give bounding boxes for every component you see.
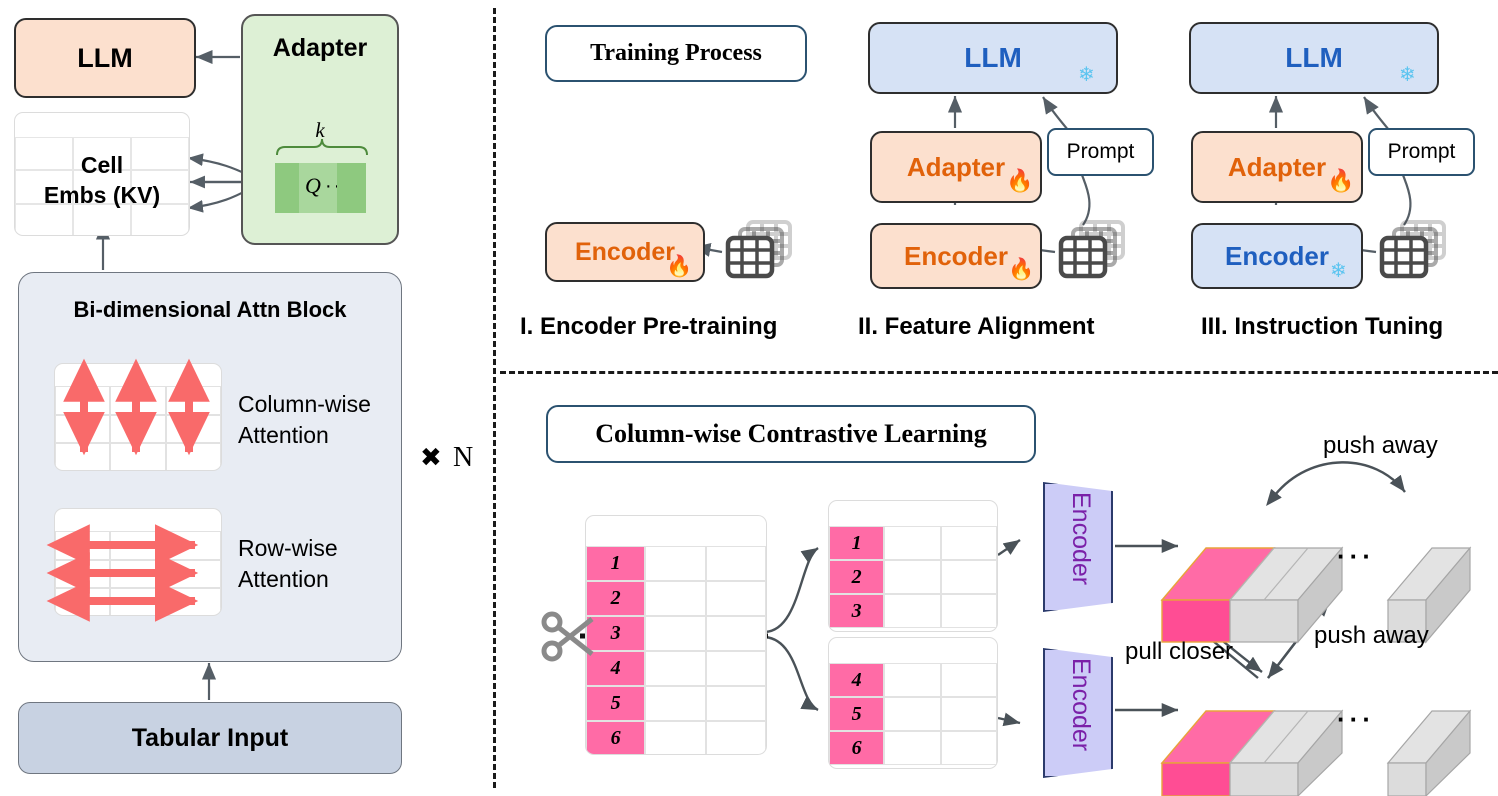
stage3-prompt-label: Prompt xyxy=(1387,140,1456,163)
vertical-divider xyxy=(493,8,496,788)
bottom-view-cell: 5 xyxy=(829,697,885,731)
stage3-caption: III. Instruction Tuning xyxy=(1201,313,1444,340)
fire-icon: 🔥 xyxy=(1327,168,1355,193)
source-cell: 5 xyxy=(586,686,646,721)
contrastive-top-view-table: 1 2 3 xyxy=(828,500,998,632)
adapter-box-label: Adapter xyxy=(272,34,368,62)
fire-icon: 🔥 xyxy=(666,255,693,278)
training-process-title-label: Training Process xyxy=(590,40,762,66)
pull-closer-label: pull closer xyxy=(1125,638,1234,665)
top-view-cell: 1 xyxy=(829,526,885,560)
push-away-top-label: push away xyxy=(1323,432,1438,459)
stage3-encoder-label: Encoder xyxy=(1224,240,1330,271)
llm-box: LLM xyxy=(14,18,196,98)
stage3-prompt-box[interactable]: Prompt xyxy=(1368,128,1475,176)
contrastive-title-label: Column-wise Contrastive Learning xyxy=(595,419,987,448)
stage3-llm-label: LLM xyxy=(1285,42,1343,73)
bottom-view-grid: 4 5 6 xyxy=(829,663,997,765)
tabular-input-label: Tabular Input xyxy=(131,723,289,752)
stage3-table-stack-icon xyxy=(1376,218,1448,284)
top-view-cell: 3 xyxy=(829,594,885,628)
contrastive-bottom-view-table: 4 5 6 xyxy=(828,637,998,769)
cell-embs-label-line2: Embs (KV) xyxy=(43,182,161,208)
snowflake-icon: ❄ xyxy=(1330,260,1347,282)
snowflake-icon: ❄ xyxy=(1078,64,1095,86)
contrastive-source-table: 1 2 3 4 5 6 xyxy=(585,515,767,755)
embedding-ellipsis-top: ··· xyxy=(1337,541,1375,571)
stage2-prompt-label: Prompt xyxy=(1066,140,1135,163)
source-cell: 6 xyxy=(586,721,646,754)
fire-icon: 🔥 xyxy=(1006,168,1034,193)
embedding-ellipsis-bottom: ··· xyxy=(1337,704,1375,734)
source-cell: 1 xyxy=(586,546,646,581)
llm-box-label: LLM xyxy=(77,42,133,73)
row-attention-label-line2: Attention xyxy=(238,566,329,592)
attn-block-title: Bi-dimensional Attn Block xyxy=(73,297,347,322)
horizontal-divider xyxy=(500,371,1498,374)
repeat-marker-symbol: ✖ xyxy=(420,442,442,472)
repeat-marker-count: N xyxy=(453,442,474,473)
bottom-view-cell: 6 xyxy=(829,731,885,765)
push-away-bottom-label: push away xyxy=(1314,622,1429,649)
snowflake-icon: ❄ xyxy=(1399,64,1416,86)
adapter-query-token-3 xyxy=(337,163,366,213)
tabular-input-box: Tabular Input xyxy=(18,702,402,774)
repeat-marker: ✖ N xyxy=(420,442,473,474)
cell-embs-label-line1: Cell xyxy=(80,152,124,178)
training-process-title: Training Process xyxy=(545,25,807,82)
stage2-llm-label: LLM xyxy=(964,42,1022,73)
stage2-table-stack-icon xyxy=(1055,218,1127,284)
contrastive-encoder-top-label: Encoder xyxy=(1067,492,1095,586)
stage3-adapter-label: Adapter xyxy=(1227,151,1327,182)
contrastive-encoder-bottom-label: Encoder xyxy=(1067,658,1095,752)
top-view-grid: 1 2 3 xyxy=(829,526,997,628)
fire-icon: 🔥 xyxy=(1008,258,1035,281)
adapter-brace-k-label: k xyxy=(315,118,325,142)
scissors-icon xyxy=(540,608,598,666)
column-attention-label-line2: Attention xyxy=(238,422,329,448)
stage1-caption: I. Encoder Pre-training xyxy=(520,313,778,340)
contrastive-title: Column-wise Contrastive Learning xyxy=(546,405,1036,463)
stage2-prompt-box[interactable]: Prompt xyxy=(1047,128,1154,176)
source-table-grid: 1 2 3 4 5 6 xyxy=(586,546,766,754)
stage2-caption: II. Feature Alignment xyxy=(858,313,1095,340)
bottom-view-cell: 4 xyxy=(829,663,885,697)
stage2-encoder-label: Encoder xyxy=(903,240,1009,271)
column-attention-label-line1: Column-wise xyxy=(238,391,371,417)
row-attention-label-line1: Row-wise xyxy=(238,535,338,561)
adapter-query-label: Q xyxy=(305,173,321,198)
top-view-cell: 2 xyxy=(829,560,885,594)
stage2-adapter-label: Adapter xyxy=(906,151,1006,182)
row-attention-table xyxy=(54,508,222,616)
stage1-encoder-label: Encoder xyxy=(574,237,676,266)
stage1-table-stack-icon xyxy=(722,218,794,284)
column-attention-table xyxy=(54,363,222,471)
